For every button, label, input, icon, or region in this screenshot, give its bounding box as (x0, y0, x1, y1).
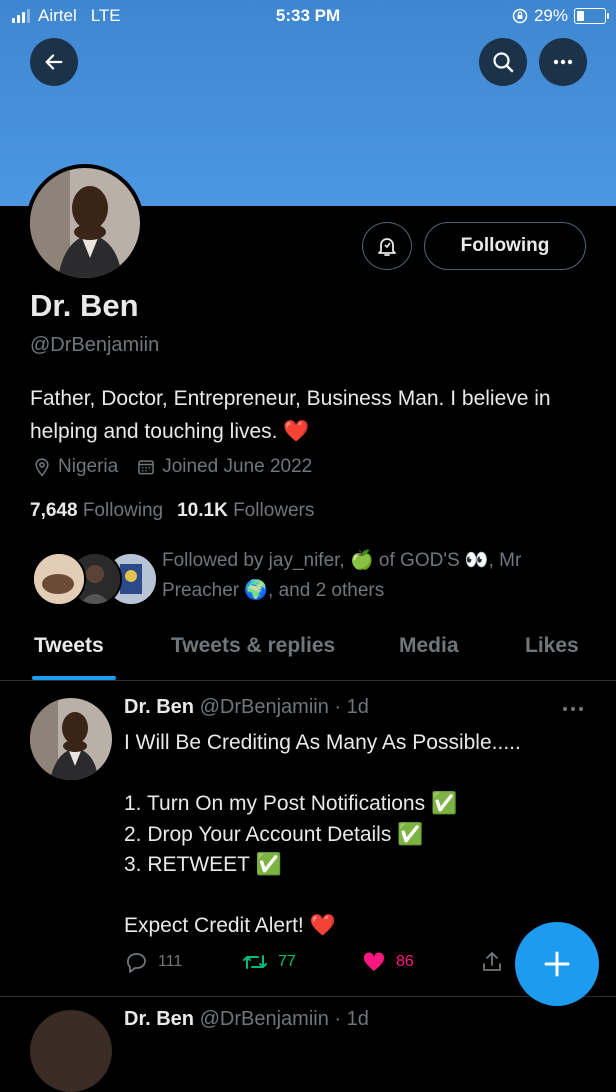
followed-by-text[interactable]: Followed by jay_nifer, 🍏 of GOD'S 👀, Mr … (162, 546, 592, 606)
retweet-button[interactable]: 77 (242, 950, 296, 974)
share-icon (483, 952, 501, 971)
following-link[interactable]: 7,648 Following (30, 500, 163, 522)
location-icon (35, 458, 49, 477)
search-button[interactable] (479, 38, 527, 86)
tweet-avatar[interactable] (30, 698, 112, 780)
tab-tweets[interactable]: Tweets (34, 634, 104, 658)
more-icon (553, 59, 573, 65)
retweet-icon (243, 955, 267, 969)
next-tweet-handle[interactable]: @DrBenjamiin (200, 1008, 329, 1030)
joined-text: Joined June 2022 (162, 456, 313, 477)
followed-by-avatars[interactable] (32, 552, 158, 606)
profile-meta: Nigeria Joined June 2022 (32, 456, 312, 478)
follow-counts: 7,648 Following 10.1K Followers (30, 500, 314, 522)
tweet-author[interactable]: Dr. Ben (124, 696, 194, 718)
profile-name: Dr. Ben (30, 288, 139, 323)
tab-likes[interactable]: Likes (525, 634, 579, 658)
next-tweet-avatar[interactable] (30, 1010, 112, 1092)
tweet-text: I Will Be Crediting As Many As Possible.… (124, 731, 521, 937)
compose-plus-icon (544, 951, 570, 977)
reply-icon (127, 953, 146, 973)
followers-count: 10.1K (177, 500, 228, 521)
like-button[interactable]: 86 (362, 950, 414, 974)
heart-icon (363, 952, 385, 971)
battery-icon (574, 8, 609, 24)
back-arrow-icon (45, 54, 63, 70)
reply-count: 111 (158, 953, 183, 970)
followers-label: Followers (233, 500, 315, 521)
reply-button[interactable]: 111 (124, 950, 182, 974)
tweet-actions: 111 77 86 (124, 950, 504, 980)
tweet-divider (0, 996, 616, 997)
profile-tabs: Tweets Tweets & replies Media Likes (0, 620, 616, 681)
search-icon (493, 52, 514, 73)
active-tab-indicator (32, 676, 116, 680)
location-text: Nigeria (58, 456, 119, 477)
orientation-lock-icon (512, 8, 528, 24)
tweet-handle[interactable]: @DrBenjamiin (200, 696, 329, 718)
bell-icon (378, 238, 396, 256)
more-options-button[interactable] (539, 38, 587, 86)
following-button[interactable]: Following (424, 222, 586, 270)
next-tweet-time[interactable]: · 1d (334, 1008, 368, 1030)
battery-percent: 29% (533, 6, 568, 25)
calendar-icon (138, 460, 155, 475)
followers-link[interactable]: 10.1K Followers (177, 500, 314, 522)
back-button[interactable] (30, 38, 78, 86)
tweet-header: Dr. Ben @DrBenjamiin · 1d (124, 696, 369, 719)
profile-handle: @DrBenjamiin (30, 334, 160, 356)
avatar (32, 552, 86, 606)
tab-tweets-replies[interactable]: Tweets & replies (171, 634, 335, 658)
profile-avatar[interactable] (26, 164, 144, 282)
like-count: 86 (396, 953, 414, 970)
tweet-time[interactable]: · 1d (334, 696, 368, 718)
share-button[interactable] (480, 950, 504, 974)
more-icon (563, 707, 583, 711)
compose-tweet-button[interactable] (515, 922, 599, 1006)
retweet-count: 77 (278, 953, 296, 970)
following-count: 7,648 (30, 500, 78, 521)
next-tweet-header: Dr. Ben @DrBenjamiin · 1d (124, 1008, 369, 1031)
notifications-bell-button[interactable] (362, 222, 412, 270)
next-tweet-author[interactable]: Dr. Ben (124, 1008, 194, 1030)
status-bar: Airtel LTE 5:33 PM 29% (0, 0, 616, 34)
profile-bio: Father, Doctor, Entrepreneur, Business M… (30, 382, 590, 448)
heart-emoji: ❤️ (283, 420, 310, 443)
tweet-more-button[interactable] (560, 702, 586, 721)
following-label: Following (82, 500, 164, 521)
tab-media[interactable]: Media (399, 634, 459, 658)
